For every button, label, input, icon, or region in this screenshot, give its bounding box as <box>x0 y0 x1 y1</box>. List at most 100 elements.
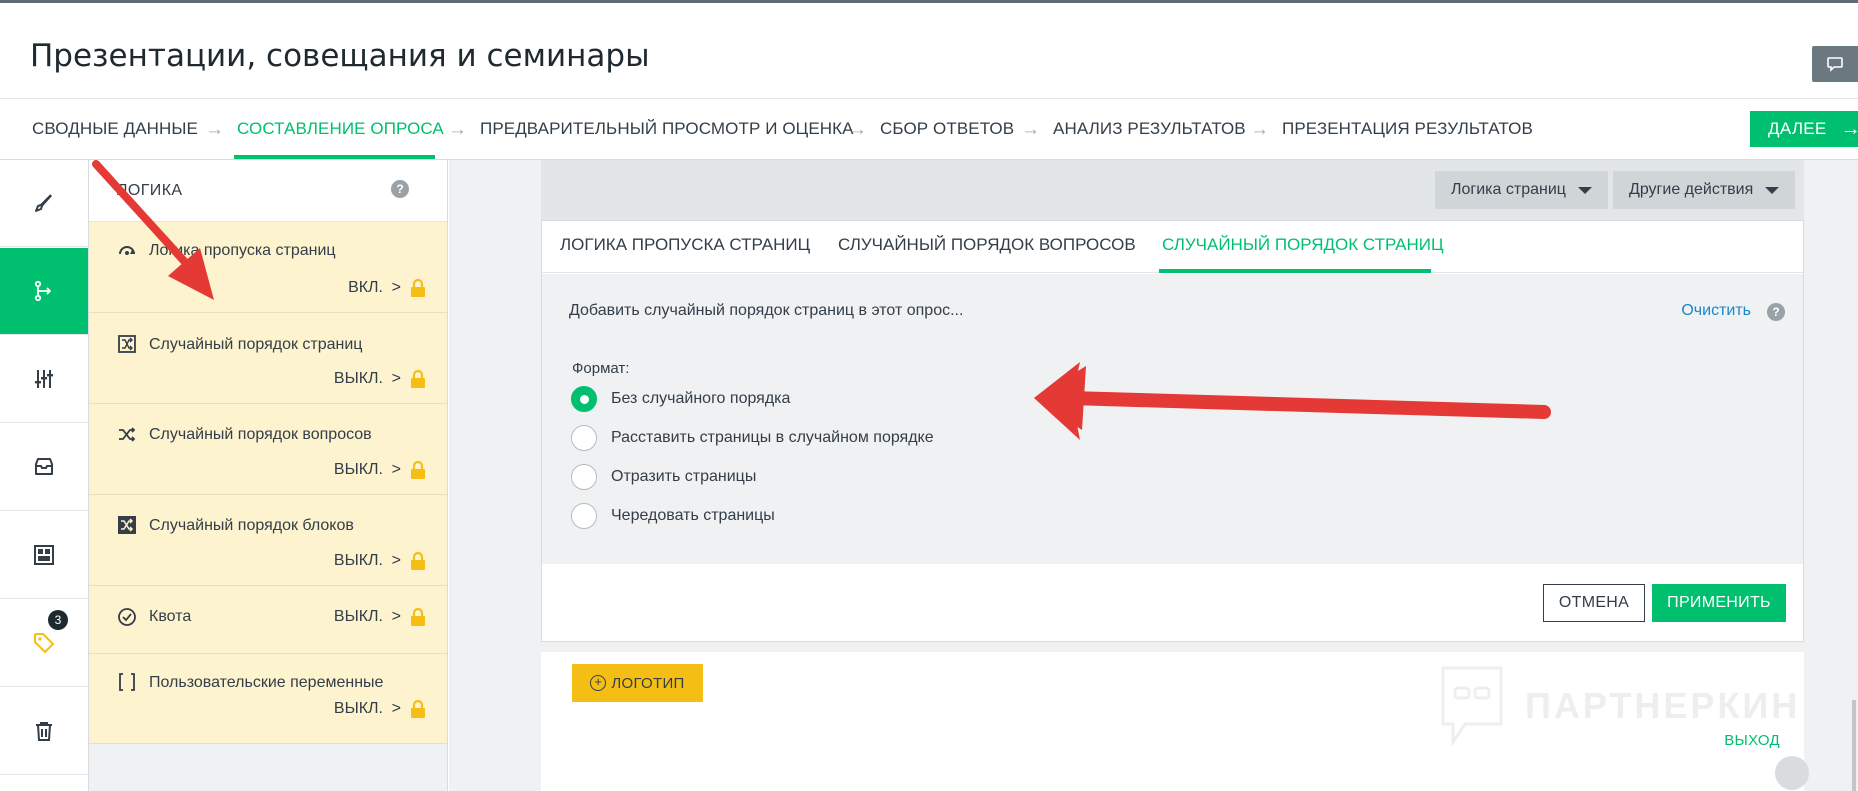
add-logo-label: ЛОГОТИП <box>611 674 685 692</box>
active-tab-underline <box>1159 269 1431 273</box>
nav-arrow-icon: → <box>848 119 867 140</box>
radio-option-randomize-pages[interactable]: Расставить страницы в случайном порядке <box>571 425 934 451</box>
nav-arrow-icon: → <box>448 119 467 140</box>
survey-title: Презентации, совещания и семинары <box>30 38 650 74</box>
sidebar-item-trash[interactable] <box>0 688 88 775</box>
logic-item-state: ВКЛ. <box>348 279 383 296</box>
feedback-button[interactable] <box>1812 46 1858 82</box>
radio-button[interactable] <box>571 425 597 451</box>
logic-item-state: ВЫКЛ. <box>333 370 383 387</box>
radio-button[interactable] <box>571 464 597 490</box>
random-pages-icon <box>117 334 137 354</box>
nav-arrow-icon: → <box>1250 119 1269 140</box>
radio-option-no-random[interactable]: Без случайного порядка <box>571 386 790 412</box>
logic-item-state: ВЫКЛ. <box>333 461 383 478</box>
active-step-underline <box>234 155 435 159</box>
nav-step-summary[interactable]: СВОДНЫЕ ДАННЫЕ <box>32 119 198 139</box>
caret-down-icon <box>1765 186 1780 194</box>
other-actions-label: Другие действия <box>1629 181 1754 198</box>
brush-icon <box>35 194 52 212</box>
help-icon[interactable]: ? <box>391 180 409 198</box>
random-pages-settings: Добавить случайный порядок страниц в это… <box>542 274 1803 564</box>
lock-icon <box>411 551 425 570</box>
tab-random-pages[interactable]: СЛУЧАЙНЫЙ ПОРЯДОК СТРАНИЦ <box>1162 235 1444 255</box>
tab-random-questions[interactable]: СЛУЧАЙНЫЙ ПОРЯДОК ВОПРОСОВ <box>838 235 1136 255</box>
tab-skip-logic[interactable]: ЛОГИКА ПРОПУСКА СТРАНИЦ <box>560 235 810 255</box>
chevron-right-icon: > <box>391 461 401 478</box>
scrollbar[interactable] <box>1852 700 1856 791</box>
sliders-icon <box>35 370 53 388</box>
sidebar-item-options[interactable] <box>0 336 88 423</box>
logic-item-custom-variables[interactable]: Пользовательские переменные ВЫКЛ. > <box>89 654 447 744</box>
inbox-icon <box>35 458 53 475</box>
logic-item-state: ВЫКЛ. <box>333 552 383 569</box>
radio-option-alternate-pages[interactable]: Чередовать страницы <box>571 503 775 529</box>
sidebar-item-design[interactable] <box>0 160 88 247</box>
chevron-right-icon: > <box>391 608 401 625</box>
tag-icon <box>34 633 54 653</box>
watermark-text: ПАРТНЕРКИН <box>1525 685 1801 726</box>
arrow-right-icon: → <box>1840 117 1858 140</box>
logic-item-label: Пользовательские переменные <box>149 674 384 691</box>
left-sidebar: 3 <box>0 160 89 791</box>
nav-step-analyze[interactable]: АНАЛИЗ РЕЗУЛЬТАТОВ <box>1053 119 1246 139</box>
shuffle-icon <box>117 424 137 444</box>
cancel-button[interactable]: ОТМЕНА <box>1543 584 1645 622</box>
radio-option-label: Расставить страницы в случайном порядке <box>611 429 934 446</box>
random-blocks-icon <box>117 515 137 535</box>
logic-item-state: ВЫКЛ. <box>333 700 383 717</box>
logic-item-skip-logic[interactable]: Логика пропуска страниц ВКЛ. > <box>89 222 447 313</box>
sidebar-item-library[interactable] <box>0 424 88 511</box>
lock-icon <box>411 369 425 388</box>
caret-down-icon <box>1577 186 1592 194</box>
logic-item-random-questions[interactable]: Случайный порядок вопросов ВЫКЛ. > <box>89 404 447 495</box>
lock-icon <box>411 699 425 718</box>
chevron-right-icon: > <box>391 700 401 717</box>
layout-icon <box>34 545 54 565</box>
radio-button-checked[interactable] <box>571 386 597 412</box>
page-logic-label: Логика страниц <box>1451 181 1566 198</box>
logic-item-random-pages[interactable]: Случайный порядок страниц ВЫКЛ. > <box>89 313 447 404</box>
exit-link[interactable]: ВЫХОД <box>1724 732 1780 749</box>
sidebar-item-logic[interactable] <box>0 248 88 335</box>
radio-option-label: Без случайного порядка <box>611 390 791 407</box>
watermark-logo-icon <box>1441 666 1503 747</box>
apply-button[interactable]: ПРИМЕНИТЬ <box>1652 584 1786 622</box>
sidebar-item-tags[interactable]: 3 <box>0 600 88 687</box>
nav-step-preview[interactable]: ПРЕДВАРИТЕЛЬНЫЙ ПРОСМОТР И ОЦЕНКА <box>480 119 854 139</box>
skip-logic-fab-icon[interactable] <box>1775 756 1809 790</box>
clear-link[interactable]: Очистить <box>1681 302 1751 320</box>
radio-option-label: Отразить страницы <box>611 468 757 485</box>
nav-step-present[interactable]: ПРЕЗЕНТАЦИЯ РЕЗУЛЬТАТОВ <box>1282 119 1533 139</box>
nav-arrow-icon: → <box>205 119 224 140</box>
chevron-right-icon: > <box>391 552 401 569</box>
nav-step-collect[interactable]: СБОР ОТВЕТОВ <box>880 119 1014 139</box>
help-icon[interactable]: ? <box>1767 303 1785 321</box>
logic-settings-card: ЛОГИКА ПРОПУСКА СТРАНИЦ СЛУЧАЙНЫЙ ПОРЯДО… <box>541 220 1804 642</box>
radio-option-flip-pages[interactable]: Отразить страницы <box>571 464 756 490</box>
step-navigation: СВОДНЫЕ ДАННЫЕ → СОСТАВЛЕНИЕ ОПРОСА → ПР… <box>0 98 1858 160</box>
other-actions-dropdown[interactable]: Другие действия <box>1613 171 1796 209</box>
lock-icon <box>411 460 425 479</box>
check-circle-icon <box>117 607 137 627</box>
chevron-right-icon: > <box>391 279 401 296</box>
page-toolbar: Логика страниц Другие действия <box>541 160 1804 220</box>
nav-step-design[interactable]: СОСТАВЛЕНИЕ ОПРОСА <box>237 119 444 139</box>
format-label: Формат: <box>572 360 630 377</box>
logic-tabs: ЛОГИКА ПРОПУСКА СТРАНИЦ СЛУЧАЙНЫЙ ПОРЯДО… <box>542 221 1803 273</box>
next-button[interactable]: ДАЛЕЕ → <box>1750 111 1858 147</box>
radio-button[interactable] <box>571 503 597 529</box>
lock-icon <box>411 278 425 297</box>
page-logic-dropdown[interactable]: Логика страниц <box>1435 171 1608 209</box>
radio-option-label: Чередовать страницы <box>611 507 775 524</box>
chevron-right-icon: > <box>391 370 401 387</box>
add-logo-button[interactable]: + ЛОГОТИП <box>572 664 703 702</box>
brackets-icon <box>117 672 137 692</box>
skip-logic-icon <box>117 240 137 260</box>
sidebar-item-templates[interactable] <box>0 512 88 599</box>
next-button-label: ДАЛЕЕ <box>1768 119 1827 138</box>
logic-item-quota[interactable]: Квота ВЫКЛ. > <box>89 586 447 654</box>
survey-canvas: + ЛОГОТИП ПАРТНЕРКИН ВЫХОД <box>541 652 1804 791</box>
settings-description: Добавить случайный порядок страниц в это… <box>569 302 964 319</box>
logic-item-random-blocks[interactable]: Случайный порядок блоков ВЫКЛ. > <box>89 495 447 586</box>
